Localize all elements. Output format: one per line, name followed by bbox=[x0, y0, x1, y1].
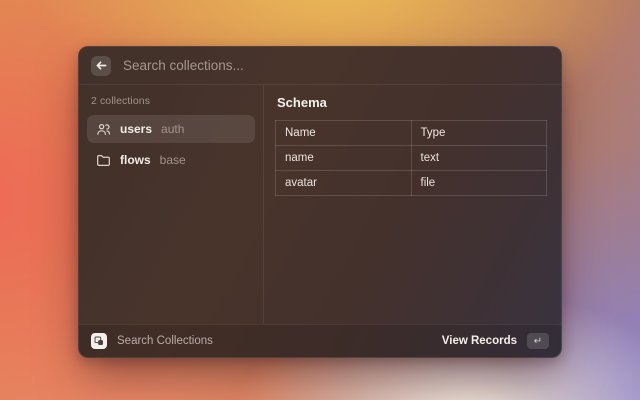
desktop-background: 2 collections users auth bbox=[0, 0, 640, 400]
back-arrow-icon bbox=[96, 60, 107, 71]
collection-type-label: auth bbox=[161, 122, 184, 136]
collection-name: flows bbox=[120, 153, 151, 167]
palette-body: 2 collections users auth bbox=[79, 85, 561, 324]
collections-count-label: 2 collections bbox=[91, 95, 251, 107]
collection-name: users bbox=[120, 122, 152, 136]
collection-item-flows[interactable]: flows base bbox=[87, 146, 255, 174]
table-row: avatar file bbox=[276, 171, 547, 196]
schema-panel: Schema Name Type name text bbox=[264, 85, 561, 324]
schema-title: Schema bbox=[277, 95, 547, 110]
enter-key-badge: ↵ bbox=[527, 333, 549, 349]
footer-bar: Search Collections View Records ↵ bbox=[79, 324, 561, 357]
app-icon bbox=[91, 333, 107, 349]
folder-icon bbox=[95, 152, 111, 168]
cell-field-name: name bbox=[276, 146, 412, 171]
back-button[interactable] bbox=[91, 56, 111, 76]
users-icon bbox=[95, 121, 111, 137]
table-header-row: Name Type bbox=[276, 121, 547, 146]
cell-field-type: text bbox=[411, 146, 547, 171]
table-row: name text bbox=[276, 146, 547, 171]
view-records-action[interactable]: View Records bbox=[442, 335, 517, 347]
collection-type-label: base bbox=[160, 153, 186, 167]
column-header-name: Name bbox=[276, 121, 412, 146]
search-palette-window: 2 collections users auth bbox=[78, 46, 562, 358]
cell-field-type: file bbox=[411, 171, 547, 196]
column-header-type: Type bbox=[411, 121, 547, 146]
search-bar bbox=[79, 47, 561, 85]
collections-sidebar: 2 collections users auth bbox=[79, 85, 264, 324]
collection-item-users[interactable]: users auth bbox=[87, 115, 255, 143]
schema-table: Name Type name text avatar file bbox=[275, 120, 547, 196]
cell-field-name: avatar bbox=[276, 171, 412, 196]
search-input[interactable] bbox=[123, 58, 549, 73]
footer-app-label: Search Collections bbox=[117, 335, 213, 347]
